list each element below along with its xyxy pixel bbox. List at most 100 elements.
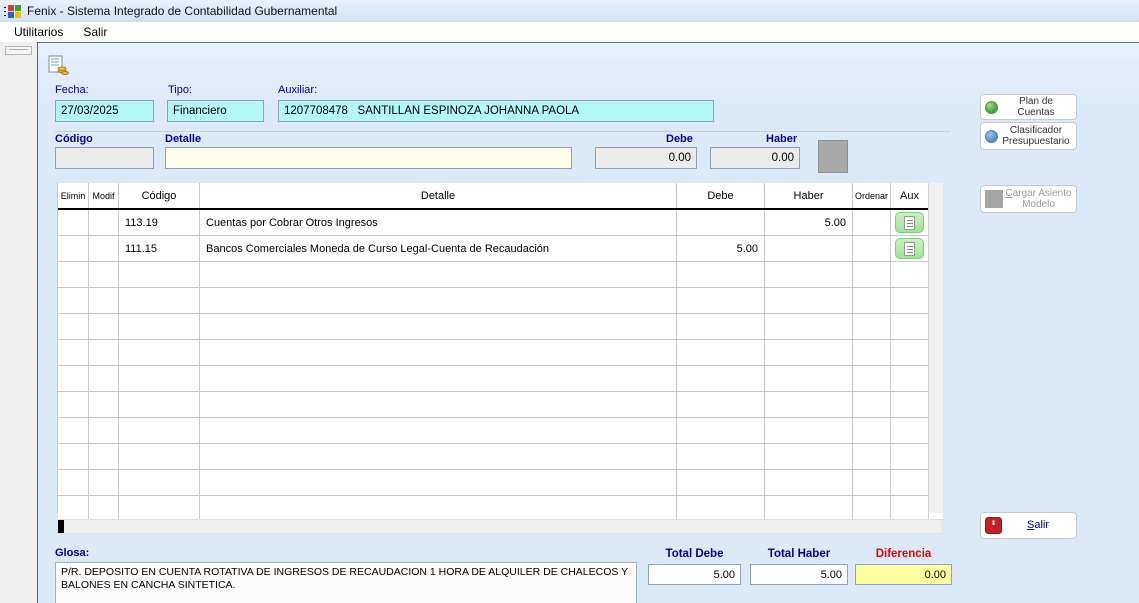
empty-cell — [891, 366, 929, 391]
splitter-grip[interactable] — [5, 46, 32, 55]
aux-button[interactable] — [895, 238, 924, 259]
plan-de-cuentas-button[interactable]: Plan de Cuentas — [980, 94, 1077, 120]
empty-cell — [765, 496, 853, 521]
empty-cell — [891, 470, 929, 495]
debe-input[interactable]: 0.00 — [595, 147, 697, 169]
header-modif[interactable]: Modif — [89, 183, 119, 208]
table-row[interactable]: 113.19 Cuentas por Cobrar Otros Ingresos… — [58, 210, 943, 236]
empty-cell — [89, 340, 119, 365]
windows-logo-icon — [4, 4, 21, 18]
fecha-input[interactable]: 27/03/2025 — [55, 100, 154, 122]
elimin-cell[interactable] — [58, 210, 89, 235]
empty-cell — [58, 418, 89, 443]
entries-table: Elimin Modif Código Detalle Debe Haber O… — [57, 183, 943, 522]
empty-cell — [89, 314, 119, 339]
empty-cell — [853, 444, 891, 469]
codigo-label: Código — [55, 133, 93, 145]
empty-cell — [765, 288, 853, 313]
header-aux[interactable]: Aux — [891, 183, 929, 208]
modif-cell[interactable] — [89, 210, 119, 235]
empty-cell — [853, 340, 891, 365]
empty-cell — [765, 444, 853, 469]
table-row-empty[interactable] — [58, 392, 943, 418]
haber-cell — [765, 236, 853, 261]
table-vertical-scrollbar[interactable] — [928, 183, 943, 513]
empty-cell — [200, 262, 677, 287]
header-elimin[interactable]: Elimin — [58, 183, 89, 208]
tipo-label: Tipo: — [168, 84, 193, 96]
header-ordenar[interactable]: Ordenar — [853, 183, 891, 208]
empty-cell — [677, 340, 765, 365]
empty-cell — [200, 496, 677, 521]
aux-button[interactable] — [895, 212, 924, 233]
empty-cell — [677, 262, 765, 287]
table-row-empty[interactable] — [58, 366, 943, 392]
empty-cell — [891, 496, 929, 521]
empty-cell — [89, 366, 119, 391]
haber-cell: 5.00 — [765, 210, 853, 235]
empty-cell — [200, 444, 677, 469]
empty-cell — [119, 288, 200, 313]
menu-utilitarios[interactable]: Utilitarios — [4, 23, 73, 41]
table-row-empty[interactable] — [58, 262, 943, 288]
empty-cell — [89, 288, 119, 313]
empty-cell — [119, 392, 200, 417]
empty-cell — [891, 262, 929, 287]
empty-cell — [765, 470, 853, 495]
left-panel-strip[interactable] — [0, 42, 38, 603]
menu-salir[interactable]: Salir — [73, 23, 117, 41]
elimin-cell[interactable] — [58, 236, 89, 261]
empty-cell — [891, 288, 929, 313]
auxiliar-label: Auxiliar: — [278, 84, 318, 96]
table-row-empty[interactable] — [58, 288, 943, 314]
fecha-label: Fecha: — [55, 84, 89, 96]
table-row-empty[interactable] — [58, 314, 943, 340]
haber-input[interactable]: 0.00 — [710, 147, 800, 169]
debe-cell — [677, 210, 765, 235]
header-haber[interactable]: Haber — [765, 183, 853, 208]
aux-cell — [891, 236, 929, 261]
header-debe[interactable]: Debe — [677, 183, 765, 208]
empty-cell — [677, 392, 765, 417]
cargar-asiento-modelo-button[interactable]: Cargar Asiento Modelo — [980, 185, 1077, 213]
empty-cell — [89, 392, 119, 417]
empty-cell — [119, 470, 200, 495]
header-codigo[interactable]: Código — [119, 183, 200, 208]
window-title: Fenix - Sistema Integrado de Contabilida… — [27, 4, 338, 18]
new-entry-document-icon[interactable] — [47, 55, 69, 75]
codigo-input[interactable] — [55, 147, 154, 169]
green-sphere-icon — [985, 100, 998, 114]
total-haber-field: 5.00 — [750, 564, 848, 585]
empty-cell — [891, 418, 929, 443]
header-detalle[interactable]: Detalle — [200, 183, 677, 208]
table-row[interactable]: 111.15 Bancos Comerciales Moneda de Curs… — [58, 236, 943, 262]
haber-label: Haber — [766, 133, 798, 145]
empty-cell — [853, 418, 891, 443]
table-row-empty[interactable] — [58, 418, 943, 444]
empty-cell — [677, 444, 765, 469]
empty-cell — [853, 262, 891, 287]
scrollbar-thumb[interactable] — [58, 520, 64, 533]
tipo-input[interactable]: Financiero — [167, 100, 264, 122]
ordenar-cell[interactable] — [853, 236, 891, 261]
empty-cell — [200, 366, 677, 391]
clasificador-presupuestario-button[interactable]: Clasificador Presupuestario — [980, 122, 1077, 150]
table-row-empty[interactable] — [58, 444, 943, 470]
table-row-empty[interactable] — [58, 340, 943, 366]
auxiliar-input[interactable]: 1207708478 SANTILLAN ESPINOZA JOHANNA PA… — [278, 100, 714, 122]
empty-cell — [58, 470, 89, 495]
ordenar-cell[interactable] — [853, 210, 891, 235]
empty-cell — [58, 288, 89, 313]
empty-cell — [58, 340, 89, 365]
detalle-label: Detalle — [165, 133, 202, 145]
empty-cell — [119, 340, 200, 365]
salir-button[interactable]: Salir — [980, 512, 1077, 539]
table-row-empty[interactable] — [58, 470, 943, 496]
detalle-input[interactable] — [165, 147, 572, 169]
menu-bar: Utilitarios Salir — [0, 22, 1139, 42]
modif-cell[interactable] — [89, 236, 119, 261]
blue-sphere-icon — [985, 129, 998, 143]
glosa-textarea[interactable]: P/R. DEPOSITO EN CUENTA ROTATIVA DE INGR… — [55, 562, 637, 603]
add-entry-button[interactable] — [818, 140, 848, 173]
table-horizontal-scrollbar[interactable] — [57, 519, 943, 534]
